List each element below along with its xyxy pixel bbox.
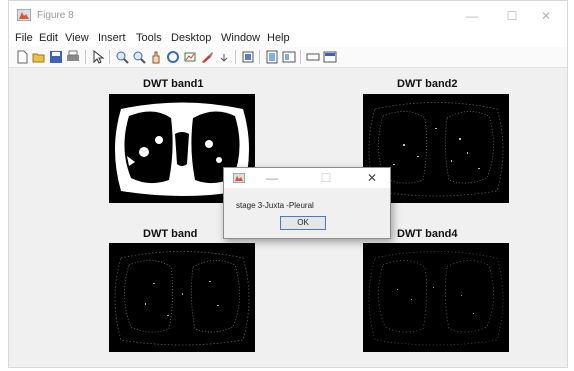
colorbar-icon[interactable] [241, 50, 255, 64]
dialog-message: stage 3-Juxta -Pleural [236, 201, 314, 210]
menu-help[interactable]: Help [267, 32, 290, 44]
plot-title-band4: DWT band4 [397, 228, 458, 240]
plot-title-band1: DWT band1 [143, 78, 204, 90]
zoom-in-icon[interactable] [115, 50, 129, 64]
dialog-maximize-button[interactable]: ☐ [314, 169, 338, 187]
dwt-band4-image [363, 243, 509, 352]
window-title: Figure 8 [37, 10, 74, 21]
minimize-button[interactable]: — [457, 6, 487, 26]
rotate-3d-icon[interactable] [166, 50, 180, 64]
menu-file[interactable]: File [15, 32, 33, 44]
plot-title-band2: DWT band2 [397, 78, 458, 90]
message-dialog: — ☐ ✕ stage 3-Juxta -Pleural OK [223, 167, 391, 239]
menu-bar: File Edit View Insert Tools Desktop Wind… [9, 31, 567, 47]
data-cursor-icon[interactable] [183, 50, 197, 64]
matlab-figure-icon [233, 173, 245, 183]
hide-plot-tools-icon[interactable] [282, 50, 296, 64]
dock-figure-icon[interactable] [323, 50, 337, 64]
menu-view[interactable]: View [65, 32, 89, 44]
pan-icon[interactable] [149, 50, 163, 64]
brush-icon[interactable] [200, 50, 214, 64]
show-plot-tools-icon[interactable] [306, 50, 320, 64]
title-bar: Figure 8 — ☐ ✕ [9, 1, 567, 31]
maximize-button[interactable]: ☐ [497, 6, 527, 26]
ok-button[interactable]: OK [280, 216, 326, 230]
menu-tools[interactable]: Tools [136, 32, 162, 44]
menu-window[interactable]: Window [221, 32, 260, 44]
figure-window: Figure 8 — ☐ ✕ File Edit View Insert Too… [8, 0, 568, 368]
menu-edit[interactable]: Edit [39, 32, 58, 44]
link-plot-icon[interactable] [217, 50, 231, 64]
print-icon[interactable] [66, 50, 80, 64]
dialog-title-bar: — ☐ ✕ [224, 168, 390, 188]
pointer-icon[interactable] [91, 50, 105, 64]
save-icon[interactable] [49, 50, 63, 64]
open-file-icon[interactable] [32, 50, 46, 64]
menu-desktop[interactable]: Desktop [171, 32, 211, 44]
new-figure-icon[interactable] [15, 50, 29, 64]
zoom-out-icon[interactable] [132, 50, 146, 64]
dialog-minimize-button[interactable]: — [260, 169, 284, 187]
matlab-figure-icon [17, 9, 31, 21]
legend-icon[interactable] [265, 50, 279, 64]
toolbar [9, 47, 567, 68]
menu-insert[interactable]: Insert [98, 32, 126, 44]
dialog-close-button[interactable]: ✕ [360, 169, 384, 187]
close-button[interactable]: ✕ [531, 6, 561, 26]
dwt-band3-image [109, 243, 255, 352]
plot-title-band3: DWT band [143, 228, 198, 240]
